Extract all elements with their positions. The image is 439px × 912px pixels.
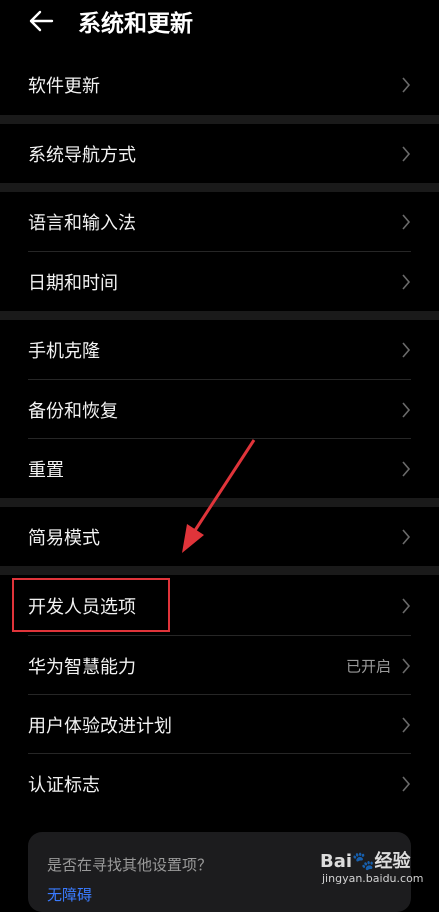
- accessibility-link[interactable]: 无障碍: [47, 884, 92, 905]
- settings-item-label: 系统导航方式: [28, 144, 136, 166]
- settings-item-label: 认证标志: [28, 774, 100, 796]
- settings-item-user-experience[interactable]: 用户体验改进计划: [0, 695, 439, 754]
- settings-item-label: 简易模式: [28, 527, 100, 549]
- group-gap: [0, 183, 439, 192]
- chevron-right-icon: [402, 657, 411, 674]
- settings-item-certification[interactable]: 认证标志: [0, 754, 439, 813]
- settings-item-label: 用户体验改进计划: [28, 715, 172, 737]
- chevron-right-icon: [402, 213, 411, 230]
- chevron-right-icon: [402, 775, 411, 792]
- status-text: 已开启: [345, 657, 391, 675]
- chevron-right-icon: [402, 273, 411, 290]
- baidu-logo: Bai🐾经验: [320, 851, 411, 872]
- page-title: 系统和更新: [78, 11, 193, 37]
- settings-item-language-input[interactable]: 语言和输入法: [0, 192, 439, 251]
- watermark-url: jingyan.baidu.com: [322, 872, 424, 885]
- settings-item-date-time[interactable]: 日期和时间: [0, 252, 439, 311]
- settings-item-navigation[interactable]: 系统导航方式: [0, 124, 439, 183]
- group-gap: [0, 115, 439, 124]
- settings-item-label: 日期和时间: [28, 272, 118, 294]
- settings-item-software-update[interactable]: 软件更新: [0, 55, 439, 114]
- highlight-box: [12, 578, 170, 632]
- chevron-right-icon: [402, 597, 411, 614]
- suggestion-question: 是否在寻找其他设置项？: [47, 856, 213, 874]
- group-gap: [0, 498, 439, 507]
- group-gap: [0, 566, 439, 575]
- settings-item-label: 手机克隆: [28, 340, 100, 362]
- settings-item-label: 华为智慧能力: [28, 656, 136, 678]
- settings-item-huawei-intelligence[interactable]: 华为智慧能力 已开启: [0, 636, 439, 695]
- settings-item-label: 语言和输入法: [28, 212, 136, 234]
- settings-item-simple-mode[interactable]: 简易模式: [0, 507, 439, 566]
- group-gap: [0, 311, 439, 320]
- chevron-right-icon: [402, 401, 411, 418]
- settings-item-label: 软件更新: [28, 75, 100, 97]
- chevron-right-icon: [402, 716, 411, 733]
- chevron-right-icon: [402, 460, 411, 477]
- settings-item-reset[interactable]: 重置: [0, 439, 439, 498]
- arrow-left-icon[interactable]: [28, 8, 54, 34]
- settings-item-backup-restore[interactable]: 备份和恢复: [0, 380, 439, 439]
- chevron-right-icon: [402, 341, 411, 358]
- chevron-right-icon: [402, 76, 411, 93]
- chevron-right-icon: [402, 528, 411, 545]
- chevron-right-icon: [402, 145, 411, 162]
- settings-item-label: 重置: [28, 459, 64, 481]
- settings-item-label: 备份和恢复: [28, 400, 118, 422]
- header: 系统和更新: [0, 0, 439, 44]
- settings-item-phone-clone[interactable]: 手机克隆: [0, 320, 439, 379]
